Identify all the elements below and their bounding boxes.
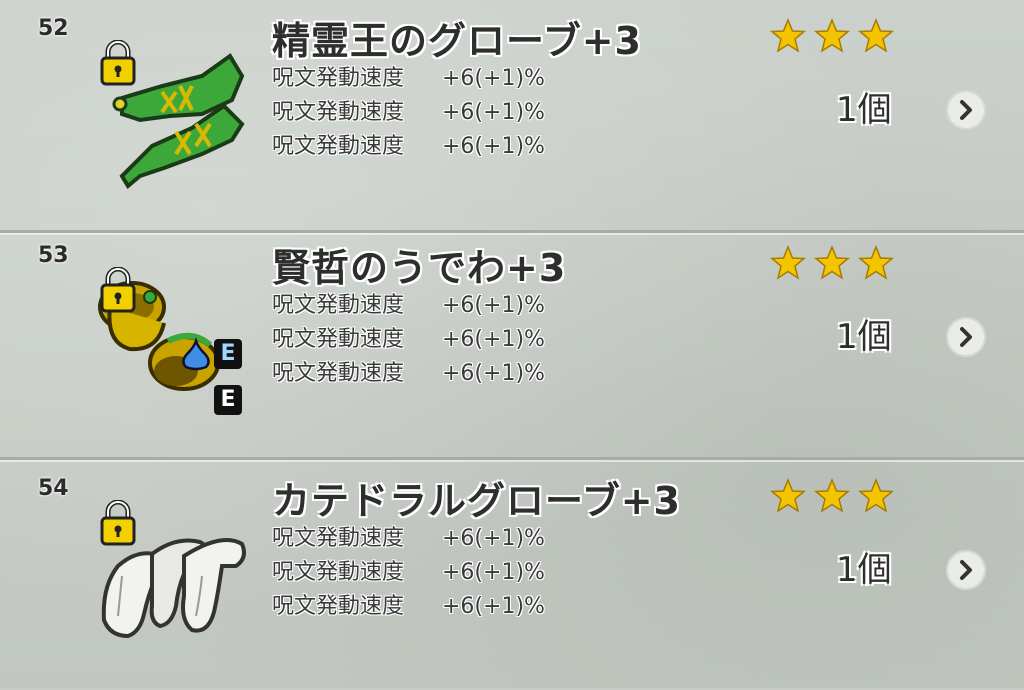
star-rating: [770, 478, 902, 518]
star-icon: [858, 478, 894, 513]
star-icon: [858, 245, 894, 280]
stat-line: 呪文発動速度 +6(+1)%: [272, 96, 545, 130]
lock-icon: [100, 267, 136, 313]
chevron-right-icon[interactable]: [946, 550, 986, 590]
list-item[interactable]: 53 E E 賢哲のうでわ+3 呪文発動速度 +6(+1)% 呪文発動速度 +6(+…: [0, 227, 1024, 460]
stat-list: 呪文発動速度 +6(+1)% 呪文発動速度 +6(+1)% 呪文発動速度 +6(+1)…: [272, 62, 545, 164]
stat-value: +6(+1)%: [442, 560, 545, 585]
stat-list: 呪文発動速度 +6(+1)% 呪文発動速度 +6(+1)% 呪文発動速度 +6(+1)…: [272, 522, 545, 624]
chevron-right-icon[interactable]: [946, 90, 986, 130]
stat-value: +6(+1)%: [442, 293, 545, 318]
star-icon: [770, 478, 806, 513]
item-quantity: 1個: [836, 550, 892, 590]
item-name: 賢哲のうでわ+3: [272, 246, 567, 290]
item-number: 52: [38, 16, 69, 41]
stat-value: +6(+1)%: [442, 100, 545, 125]
item-name: カテドラルグローブ+3: [272, 479, 682, 523]
star-icon: [814, 18, 850, 53]
stat-label: 呪文発動速度: [272, 134, 405, 159]
stat-line: 呪文発動速度 +6(+1)%: [272, 62, 545, 96]
stat-label: 呪文発動速度: [272, 594, 405, 619]
chevron-right-icon[interactable]: [946, 317, 986, 357]
stat-line: 呪文発動速度 +6(+1)%: [272, 590, 545, 624]
list-item[interactable]: 54 カテドラルグローブ+3 呪文発動速度 +6(+1)% 呪文発動速度 +6(+1…: [0, 460, 1024, 690]
equipped-badge: E: [214, 385, 242, 415]
star-icon: [814, 245, 850, 280]
stat-label: 呪文発動速度: [272, 66, 405, 91]
lock-icon: [100, 500, 136, 546]
stat-line: 呪文発動速度 +6(+1)%: [272, 289, 545, 323]
item-quantity: 1個: [836, 90, 892, 130]
stat-value: +6(+1)%: [442, 594, 545, 619]
stat-label: 呪文発動速度: [272, 100, 405, 125]
stat-label: 呪文発動速度: [272, 560, 405, 585]
stat-value: +6(+1)%: [442, 134, 545, 159]
stat-value: +6(+1)%: [442, 361, 545, 386]
item-number: 54: [38, 476, 69, 501]
star-icon: [770, 18, 806, 53]
stat-line: 呪文発動速度 +6(+1)%: [272, 556, 545, 590]
slime-icon: [182, 337, 210, 371]
star-icon: [858, 18, 894, 53]
star-rating: [770, 245, 902, 285]
stat-label: 呪文発動速度: [272, 526, 405, 551]
item-quantity: 1個: [836, 317, 892, 357]
stat-label: 呪文発動速度: [272, 293, 405, 318]
item-number: 53: [38, 243, 69, 268]
stat-line: 呪文発動速度 +6(+1)%: [272, 522, 545, 556]
stat-list: 呪文発動速度 +6(+1)% 呪文発動速度 +6(+1)% 呪文発動速度 +6(+1)…: [272, 289, 545, 391]
stat-value: +6(+1)%: [442, 66, 545, 91]
stat-value: +6(+1)%: [442, 526, 545, 551]
stat-line: 呪文発動速度 +6(+1)%: [272, 130, 545, 164]
lock-icon: [100, 40, 136, 86]
stat-label: 呪文発動速度: [272, 361, 405, 386]
star-icon: [770, 245, 806, 280]
stat-label: 呪文発動速度: [272, 327, 405, 352]
star-rating: [770, 18, 902, 58]
equipped-badge: E: [214, 339, 242, 369]
stat-line: 呪文発動速度 +6(+1)%: [272, 323, 545, 357]
item-name: 精霊王のグローブ+3: [272, 19, 643, 63]
star-icon: [814, 478, 850, 513]
stat-value: +6(+1)%: [442, 327, 545, 352]
list-item[interactable]: 52 精霊王のグローブ+3 呪文発動速度 +6(+1)% 呪文発動速度 +6(+1)…: [0, 0, 1024, 233]
stat-line: 呪文発動速度 +6(+1)%: [272, 357, 545, 391]
